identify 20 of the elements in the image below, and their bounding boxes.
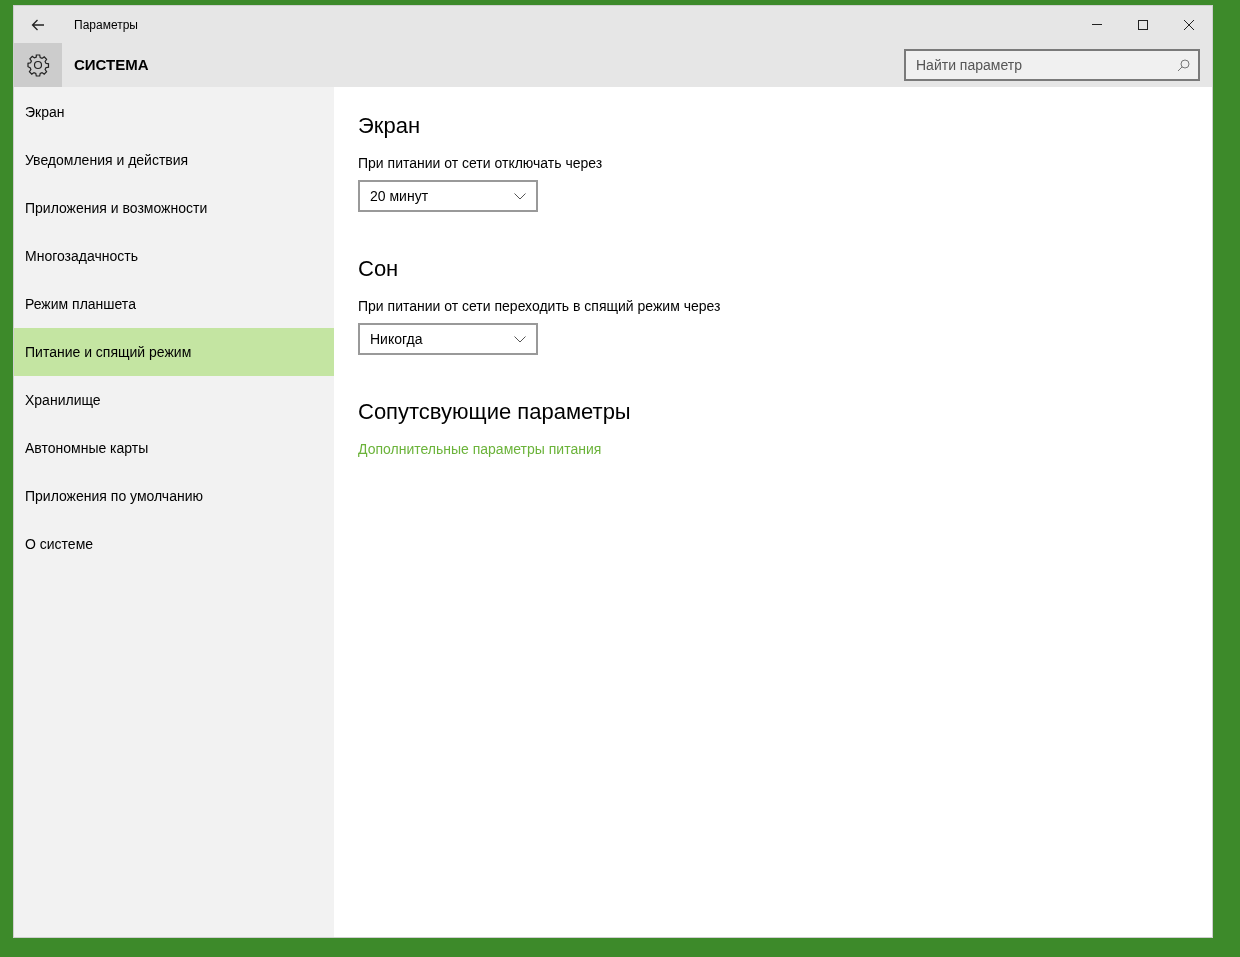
search-field[interactable]: Найти параметр — [904, 49, 1200, 81]
sidebar-item[interactable]: Приложения и возможности — [14, 184, 334, 232]
setting-label: При питании от сети отключать через — [358, 154, 603, 173]
section-heading: Экран — [358, 112, 421, 140]
sidebar-item[interactable]: Приложения по умолчанию — [14, 472, 334, 520]
sidebar-item[interactable]: Питание и спящий режим — [14, 328, 334, 376]
sidebar-item[interactable]: Экран — [14, 88, 334, 136]
dropdown[interactable]: Никогда — [358, 323, 538, 355]
sidebar-item[interactable]: Режим планшета — [14, 280, 334, 328]
dropdown[interactable]: 20 минут — [358, 180, 538, 212]
sidebar-item[interactable]: Уведомления и действия — [14, 136, 334, 184]
window-title: Параметры — [74, 16, 138, 34]
sidebar-item[interactable]: Автономные карты — [14, 424, 334, 472]
page-title: СИСТЕМА — [74, 54, 149, 75]
section-heading: Сон — [358, 255, 399, 283]
section-heading: Сопутсвующие параметры — [358, 398, 631, 426]
sidebar-item[interactable]: О системе — [14, 520, 334, 568]
sidebar-item[interactable]: Многозадачность — [14, 232, 334, 280]
setting-label: При питании от сети переходить в спящий режим через — [358, 297, 721, 316]
sidebar-item[interactable]: Хранилище — [14, 376, 334, 424]
